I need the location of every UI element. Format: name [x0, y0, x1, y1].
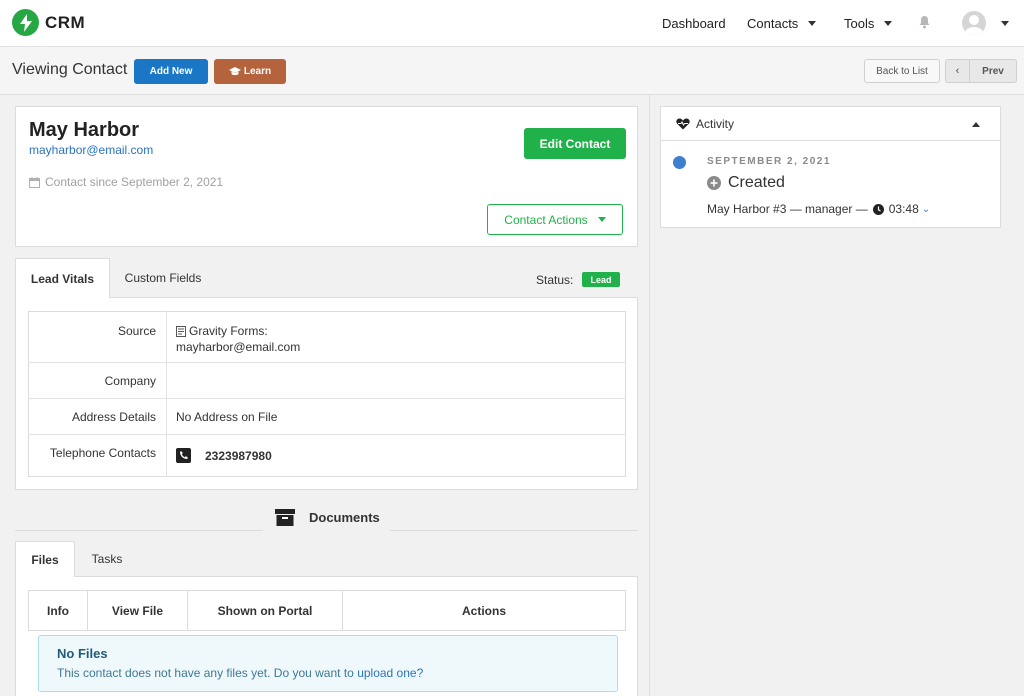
top-navbar: CRM Dashboard Contacts Tools: [0, 0, 1024, 47]
tab-files[interactable]: Files: [15, 541, 75, 577]
documents-heading-text: Documents: [309, 510, 380, 525]
nav-tools[interactable]: Tools: [844, 16, 893, 31]
timeline-dot: [673, 156, 686, 169]
phone-number[interactable]: 2323987980: [205, 449, 272, 463]
column-actions: Actions: [342, 590, 626, 631]
source-value-line2: mayharbor@email.com: [176, 340, 301, 354]
add-new-button[interactable]: Add New: [134, 59, 208, 84]
chevron-down-icon: [808, 21, 817, 26]
status-badge: Lead: [582, 272, 620, 287]
column-info: Info: [28, 590, 88, 631]
column-view-file: View File: [87, 590, 188, 631]
phone-icon: [176, 448, 191, 463]
column-divider: [649, 95, 650, 696]
bell-icon[interactable]: [918, 15, 931, 29]
prev-button[interactable]: ‹ Prev: [945, 59, 1017, 83]
calendar-icon: [29, 176, 40, 188]
vitals-row-source: Source Gravity Forms: mayharbor@email.co…: [28, 311, 626, 363]
address-value: No Address on File: [166, 398, 626, 435]
status-label: Status:: [536, 273, 574, 287]
contact-actions-label: Contact Actions: [504, 212, 588, 227]
heartbeat-icon: [676, 118, 690, 129]
address-label: Address Details: [28, 398, 167, 435]
avatar[interactable]: [962, 11, 986, 35]
edit-contact-button[interactable]: Edit Contact: [524, 128, 626, 159]
contact-summary-card: May Harbor mayharbor@email.com Contact s…: [15, 106, 638, 247]
brand-logo[interactable]: CRM: [12, 9, 85, 36]
activity-event: Created: [707, 174, 785, 192]
company-label: Company: [28, 362, 167, 399]
contact-actions-button[interactable]: Contact Actions: [487, 204, 623, 235]
contact-name: May Harbor: [29, 119, 140, 141]
nav-dashboard[interactable]: Dashboard: [662, 16, 726, 31]
contact-email-link[interactable]: mayharbor@email.com: [29, 143, 153, 157]
nav-dashboard-label: Dashboard: [662, 16, 726, 31]
lightning-icon: [12, 9, 39, 36]
learn-button-label: Learn: [243, 66, 272, 77]
prev-button-label: Prev: [982, 65, 1004, 77]
documents-heading: Documents: [275, 509, 380, 526]
lead-vitals-panel: Source Gravity Forms: mayharbor@email.co…: [15, 297, 638, 490]
learn-button[interactable]: Learn: [214, 59, 286, 84]
vitals-table: Source Gravity Forms: mayharbor@email.co…: [28, 311, 626, 477]
files-table-header: Info View File Shown on Portal Actions: [28, 590, 626, 631]
page-title: Viewing Contact: [12, 61, 128, 78]
activity-meta: May Harbor #3 — manager — 03:48 ⌄: [707, 202, 930, 216]
graduation-cap-icon: [228, 67, 241, 76]
phone-label: Telephone Contacts: [28, 434, 167, 477]
activity-title: Activity: [696, 116, 735, 131]
activity-meta-text: May Harbor #3 — manager —: [707, 202, 868, 216]
no-files-title: No Files: [57, 646, 108, 661]
chevron-left-icon: ‹: [946, 60, 970, 82]
files-panel: Info View File Shown on Portal Actions N…: [15, 576, 638, 696]
no-files-alert: No Files This contact does not have any …: [38, 635, 618, 692]
nav-contacts-label: Contacts: [747, 16, 799, 31]
source-value-line1: Gravity Forms:: [189, 324, 268, 338]
activity-date: SEPTEMBER 2, 2021: [707, 156, 831, 167]
source-label: Source: [28, 311, 167, 363]
form-icon: [176, 325, 186, 337]
phone-value-cell: 2323987980: [166, 434, 626, 477]
chevron-down-icon[interactable]: [1001, 21, 1009, 26]
chevron-down-icon: [884, 21, 893, 26]
upload-link[interactable]: upload one?: [357, 666, 423, 680]
chevron-up-icon[interactable]: [972, 122, 980, 127]
activity-card: Activity SEPTEMBER 2, 2021 Created May H…: [660, 106, 1001, 228]
tab-custom-fields[interactable]: Custom Fields: [113, 258, 213, 298]
activity-header[interactable]: Activity: [661, 107, 1000, 141]
tab-lead-vitals[interactable]: Lead Vitals: [15, 258, 110, 298]
clock-icon: [872, 203, 884, 215]
chevron-down-icon: [597, 217, 606, 222]
tab-tasks[interactable]: Tasks: [78, 541, 136, 577]
nav-tools-label: Tools: [844, 16, 875, 31]
brand-name: CRM: [45, 12, 86, 32]
files-table: Info View File Shown on Portal Actions: [28, 590, 626, 631]
divider: [390, 530, 638, 531]
back-to-list-button[interactable]: Back to List: [864, 59, 940, 83]
no-files-description: This contact does not have any files yet…: [57, 666, 423, 680]
page-header: Viewing Contact Add New Learn Back to Li…: [0, 47, 1024, 95]
no-files-text: This contact does not have any files yet…: [57, 666, 354, 680]
vitals-row-address: Address Details No Address on File: [28, 398, 626, 435]
company-value: [166, 362, 626, 399]
plus-circle-icon: [707, 176, 721, 190]
chevron-down-icon[interactable]: ⌄: [922, 204, 930, 215]
vitals-row-company: Company: [28, 362, 626, 399]
archive-icon: [275, 509, 295, 526]
divider: [15, 530, 263, 531]
activity-time: 03:48: [888, 202, 919, 216]
source-value: Gravity Forms: mayharbor@email.com: [167, 312, 626, 363]
vitals-row-phone: Telephone Contacts 2323987980: [28, 434, 626, 477]
contact-since-text: Contact since September 2, 2021: [45, 175, 224, 189]
contact-since: Contact since September 2, 2021: [29, 175, 223, 189]
column-shown-on-portal: Shown on Portal: [187, 590, 343, 631]
nav-contacts[interactable]: Contacts: [747, 16, 817, 31]
activity-event-label: Created: [728, 174, 785, 191]
